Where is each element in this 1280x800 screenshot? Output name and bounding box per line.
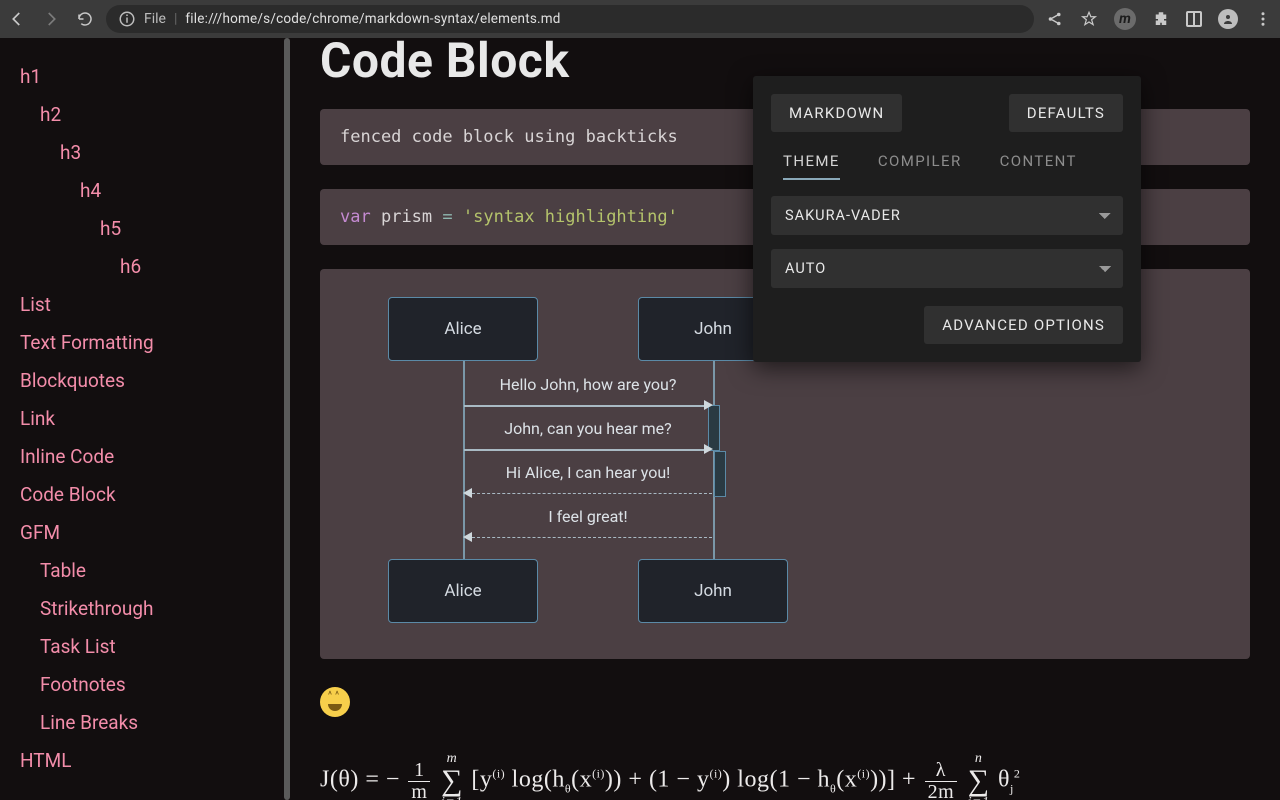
toc-link[interactable]: Footnotes (20, 666, 290, 704)
info-icon[interactable] (118, 10, 136, 28)
toc-link[interactable]: Strikethrough (20, 590, 290, 628)
url-path: file:///home/s/code/chrome/markdown-synt… (185, 11, 560, 27)
msg-1-label: Hello John, how are you? (463, 375, 713, 394)
toc-link[interactable]: Code Block (20, 476, 290, 514)
tab-content[interactable]: CONTENT (1000, 152, 1077, 180)
toc-link[interactable]: h5 (20, 210, 290, 248)
latex-formula: J(θ) = − 1m m∑i=1 [y(i) log(hθ(x(i))) + … (320, 752, 1250, 800)
toc-link[interactable]: Task List (20, 628, 290, 666)
msg-2-line (464, 449, 704, 451)
msg-4-line (472, 537, 712, 538)
tab-compiler[interactable]: COMPILER (878, 152, 962, 180)
toc-link[interactable]: Table (20, 552, 290, 590)
markdown-toggle-button[interactable]: MARKDOWN (771, 94, 902, 132)
toc-sidebar: h1h2h3h4h5h6ListText FormattingBlockquot… (0, 38, 290, 800)
profile-avatar-icon[interactable] (1218, 9, 1238, 29)
defaults-button[interactable]: DEFAULTS (1009, 94, 1123, 132)
url-scheme: File (144, 11, 166, 27)
msg-2-label: John, can you hear me? (463, 419, 713, 438)
width-select[interactable]: AUTO (771, 249, 1123, 288)
toc-link[interactable]: h3 (20, 134, 290, 172)
toc-link[interactable]: h4 (20, 172, 290, 210)
toc-link[interactable]: List (20, 286, 290, 324)
emoji-grin (320, 687, 1250, 724)
actor-john-bottom: John (638, 559, 788, 623)
share-icon[interactable] (1046, 10, 1064, 28)
reload-icon[interactable] (76, 10, 94, 28)
toc-link[interactable]: Line Breaks (20, 704, 290, 742)
msg-2-arrow (704, 444, 713, 454)
kebab-menu-icon[interactable] (1254, 10, 1272, 28)
toc-link[interactable]: h1 (20, 58, 290, 96)
tab-theme[interactable]: THEME (783, 152, 840, 180)
actor-alice-top: Alice (388, 297, 538, 361)
theme-select[interactable]: SAKURA-VADER (771, 196, 1123, 235)
url-separator: | (174, 11, 177, 27)
actor-alice-bottom: Alice (388, 559, 538, 623)
address-bar[interactable]: File | file:///home/s/code/chrome/markdo… (106, 5, 1034, 33)
advanced-options-button[interactable]: ADVANCED OPTIONS (924, 306, 1123, 344)
toc-link[interactable]: Inline Code (20, 438, 290, 476)
msg-3-arrow (463, 488, 472, 498)
forward-icon[interactable] (42, 10, 60, 28)
browser-toolbar: File | file:///home/s/code/chrome/markdo… (0, 0, 1280, 38)
toc-link[interactable]: Blockquotes (20, 362, 290, 400)
back-icon[interactable] (8, 10, 26, 28)
activation-john-2 (714, 451, 726, 497)
side-panel-icon[interactable] (1186, 11, 1202, 27)
msg-4-label: I feel great! (463, 507, 713, 526)
toc-link[interactable]: Link (20, 400, 290, 438)
markdown-extension-icon[interactable]: m (1114, 8, 1136, 30)
extensions-icon[interactable] (1152, 10, 1170, 28)
toc-link[interactable]: Text Formatting (20, 324, 290, 362)
msg-1-line (464, 405, 704, 407)
msg-3-line (472, 493, 712, 494)
toc-link[interactable]: h2 (20, 96, 290, 134)
toc-link[interactable]: GFM (20, 514, 290, 552)
bookmark-star-icon[interactable] (1080, 10, 1098, 28)
toc-link[interactable]: h6 (20, 248, 290, 286)
msg-1-arrow (704, 400, 713, 410)
extension-popup: MARKDOWN DEFAULTS THEME COMPILER CONTENT… (753, 76, 1141, 362)
toc-link[interactable]: HTML (20, 742, 290, 780)
msg-4-arrow (463, 532, 472, 542)
msg-3-label: Hi Alice, I can hear you! (463, 463, 713, 482)
